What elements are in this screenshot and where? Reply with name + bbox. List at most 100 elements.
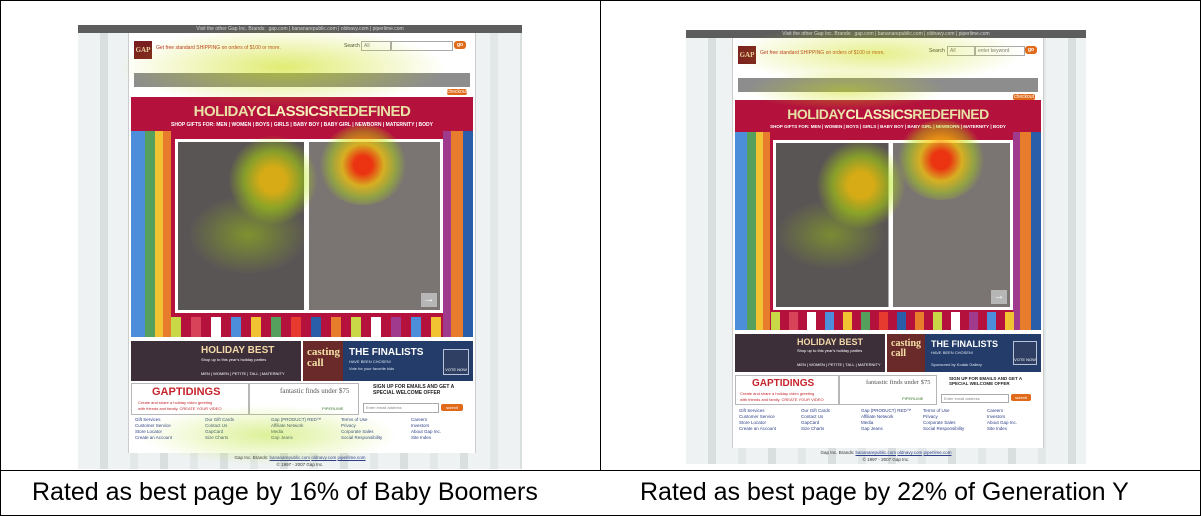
gaptidings-ad[interactable]: GAPTIDINGS Create and share a holiday vi… bbox=[735, 375, 839, 405]
piperlime-label: PIPERLIME bbox=[902, 396, 924, 401]
holiday-best-ad[interactable]: HOLIDAY BEST Shop up to this year's holi… bbox=[735, 334, 885, 372]
brand-topbar: Visit the other Gap Inc. Brands: gap.com… bbox=[78, 25, 522, 33]
search-scope-select[interactable]: All bbox=[947, 46, 975, 56]
search-label: Search bbox=[929, 48, 945, 54]
main-navbar[interactable] bbox=[738, 78, 1038, 92]
gap-logo[interactable]: GAP bbox=[134, 41, 152, 59]
promo-row: HOLIDAY BEST Shop up to this year's holi… bbox=[735, 334, 1041, 372]
email-input[interactable]: Enter email address bbox=[363, 403, 439, 413]
search-input[interactable] bbox=[391, 41, 453, 51]
finds-title: fantastic finds under $75 bbox=[866, 379, 931, 386]
footer-brands: Gap Inc. Brands: bananarepublic.com oldn… bbox=[820, 450, 952, 455]
holiday-hero-banner[interactable]: HOLIDAYCLASSICSREDEFINED SHOP GIFTS FOR:… bbox=[131, 97, 473, 337]
finalists-vote-text: Vote for your favorite kids bbox=[349, 366, 395, 371]
piperlime-finds-ad[interactable]: fantastic finds under $75 PIPERLIME bbox=[839, 375, 937, 405]
finalists-sub: HAVE BEEN CHOSEN! bbox=[931, 350, 973, 355]
gaptidings-sub: Create and share a holiday video greetin… bbox=[138, 400, 213, 405]
shipping-promo[interactable]: Get free standard SHIPPING on orders of … bbox=[760, 50, 885, 56]
finalists-ad[interactable]: THE FINALISTS HAVE BEEN CHOSEN! Sponsore… bbox=[925, 334, 1041, 372]
footer-links: Gift Services Customer Service Store Locat… bbox=[135, 417, 471, 445]
store-page: GAP Get free standard SHIPPING on orders… bbox=[128, 33, 476, 453]
holiday-best-links[interactable]: MEN | WOMEN | PETITE | TALL | MATERNITY bbox=[201, 371, 285, 376]
submit-button[interactable]: submit bbox=[441, 404, 463, 411]
footer-brand-link[interactable]: piperlime.com bbox=[924, 450, 952, 455]
brand-link[interactable]: bananarepublic.com bbox=[292, 26, 337, 32]
heatmap-screenshot-baby-boomers: Visit the other Gap Inc. Brands: gap.com… bbox=[78, 25, 522, 469]
search-input[interactable]: enter keyword bbox=[975, 46, 1025, 56]
next-arrow-icon[interactable]: → bbox=[421, 293, 437, 307]
hero-photo bbox=[178, 142, 440, 310]
piperlime-finds-ad[interactable]: fantastic finds under $75 PIPERLIME bbox=[249, 383, 359, 415]
footer-col-2[interactable]: Our Gift Cards Contact Us GapCard Size Char… bbox=[801, 408, 830, 432]
footer-brand-link[interactable]: bananarepublic.com bbox=[270, 455, 311, 460]
finalists-title: THE FINALISTS bbox=[349, 347, 424, 358]
casting-call-title: casting call bbox=[307, 346, 340, 369]
brand-link[interactable]: gap.com bbox=[854, 31, 873, 37]
footer-col-2[interactable]: Our Gift Cards Contact Us GapCard Size Char… bbox=[205, 417, 234, 441]
holiday-best-ad[interactable]: HOLIDAY BEST Shop up to this year's holi… bbox=[131, 341, 301, 381]
main-navbar[interactable] bbox=[134, 73, 470, 87]
panel-divider-horizontal bbox=[0, 470, 1201, 471]
email-input[interactable]: Enter email address bbox=[941, 394, 1009, 403]
signup-text: SIGN UP FOR EMAILS AND GET A SPECIAL WEL… bbox=[373, 384, 455, 396]
footer-col-3[interactable]: Gap (PRODUCT) RED™ Affiliate Network Media… bbox=[271, 417, 321, 441]
panel-divider-vertical bbox=[600, 0, 601, 470]
footer-brand-link[interactable]: piperlime.com bbox=[338, 455, 366, 460]
footer-col-5[interactable]: Careers Investors About Gap Inc. Site Index bbox=[987, 408, 1017, 432]
casting-call-ad[interactable]: casting call bbox=[303, 341, 343, 381]
promo-row: HOLIDAY BEST Shop up to this year's holi… bbox=[131, 341, 473, 381]
hero-photo-frame[interactable]: → bbox=[175, 139, 443, 313]
footer-col-1[interactable]: Gift Services Customer Service Store Locat… bbox=[135, 417, 172, 441]
vote-now-button[interactable]: VOTE NOW bbox=[443, 349, 469, 375]
footer-brand-link[interactable]: oldnavy.com bbox=[897, 450, 922, 455]
hero-photo-frame[interactable]: → bbox=[773, 140, 1013, 310]
vote-now-button[interactable]: VOTE NOW bbox=[1013, 341, 1037, 365]
caption-baby-boomers: Rated as best page by 16% of Baby Boomer… bbox=[32, 478, 538, 506]
search-scope-select[interactable]: All bbox=[361, 41, 391, 51]
brand-link[interactable]: piperlime.com bbox=[373, 26, 404, 32]
footer-brand-link[interactable]: bananarepublic.com bbox=[856, 450, 897, 455]
holiday-best-sub: Shop up to this year's holiday parties bbox=[797, 348, 863, 353]
copyright: © 1997 - 2007 Gap Inc. bbox=[862, 457, 910, 462]
brand-link[interactable]: gap.com bbox=[268, 26, 287, 32]
gaptidings-ad[interactable]: GAPTIDINGS Create and share a holiday vi… bbox=[131, 383, 249, 415]
brand-link[interactable]: oldnavy.com bbox=[927, 31, 955, 37]
holiday-best-title: HOLIDAY BEST bbox=[201, 345, 275, 356]
submit-button[interactable]: submit bbox=[1011, 394, 1031, 401]
next-arrow-icon[interactable]: → bbox=[991, 290, 1007, 304]
footer-col-4[interactable]: Terms of Use Privacy Corporate Sales Social… bbox=[923, 408, 964, 432]
footer-col-1[interactable]: Gift Services Customer Service Store Locat… bbox=[739, 408, 776, 432]
holiday-best-sub: Shop up to this year's holiday parties bbox=[201, 357, 267, 362]
gaptidings-sub: Create and share a holiday video greetin… bbox=[740, 391, 815, 396]
gaptidings-cta[interactable]: with friends and family. CREATE YOUR VID… bbox=[740, 397, 824, 402]
email-signup: SIGN UP FOR EMAILS AND GET A SPECIAL WEL… bbox=[937, 375, 1041, 403]
casting-call-ad[interactable]: casting call bbox=[887, 334, 925, 372]
footer-col-3[interactable]: Gap (PRODUCT) RED™ Affiliate Network Media… bbox=[861, 408, 911, 432]
checkout-button[interactable]: checkout bbox=[447, 89, 467, 95]
shipping-promo[interactable]: Get free standard SHIPPING on orders of … bbox=[156, 45, 281, 51]
casting-call-title: casting call bbox=[891, 338, 921, 359]
brand-link[interactable]: piperlime.com bbox=[959, 31, 990, 37]
brand-link[interactable]: oldnavy.com bbox=[341, 26, 369, 32]
footer-brand-link[interactable]: oldnavy.com bbox=[311, 455, 336, 460]
brand-topbar: Visit the other Gap Inc. Brands: gap.com… bbox=[686, 30, 1086, 38]
holiday-hero-banner[interactable]: HOLIDAYCLASSICSREDEFINED SHOP GIFTS FOR:… bbox=[735, 100, 1041, 330]
brand-topbar-prefix: Visit the other Gap Inc. Brands: bbox=[196, 26, 266, 32]
hero-photo bbox=[776, 143, 1010, 307]
brand-link[interactable]: bananarepublic.com bbox=[878, 31, 923, 37]
gap-logo[interactable]: GAP bbox=[738, 46, 756, 64]
footer-brands: Gap Inc. Brands: bananarepublic.com oldn… bbox=[234, 455, 366, 460]
footer-col-4[interactable]: Terms of Use Privacy Corporate Sales Social… bbox=[341, 417, 382, 441]
holiday-best-links[interactable]: MEN | WOMEN | PETITE | TALL | MATERNITY bbox=[797, 362, 881, 367]
gaptidings-cta[interactable]: with friends and family. CREATE YOUR VID… bbox=[138, 406, 222, 411]
search-go-button[interactable]: go bbox=[1025, 46, 1037, 54]
footer-col-5[interactable]: Careers Investors About Gap Inc. Site Index bbox=[411, 417, 441, 441]
heatmap-screenshot-generation-y: Visit the other Gap Inc. Brands: gap.com… bbox=[686, 30, 1086, 464]
signup-text: SIGN UP FOR EMAILS AND GET A SPECIAL WEL… bbox=[949, 376, 1022, 386]
finalists-sponsor: Sponsored by Kodak Gallery bbox=[931, 362, 982, 367]
finalists-ad[interactable]: THE FINALISTS HAVE BEEN CHOSEN! Vote for… bbox=[343, 341, 473, 381]
holiday-best-title: HOLIDAY BEST bbox=[797, 337, 864, 347]
finds-title: fantastic finds under $75 bbox=[280, 387, 350, 395]
copyright: © 1997 - 2007 Gap Inc. bbox=[276, 462, 324, 467]
search-go-button[interactable]: go bbox=[454, 41, 466, 49]
